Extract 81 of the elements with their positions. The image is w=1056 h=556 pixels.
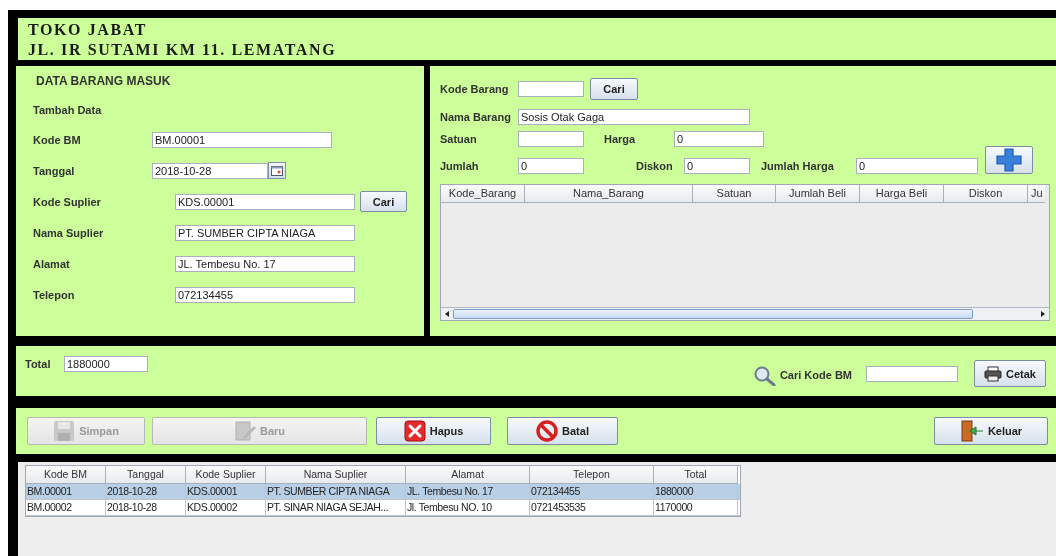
column-header[interactable]: Nama_Barang (525, 185, 693, 203)
field-label: Tanggal (33, 164, 76, 177)
field-label: Kode Barang (440, 83, 510, 95)
column-header[interactable]: Alamat (406, 466, 530, 484)
plus-icon (996, 148, 1022, 172)
column-header[interactable]: Kode Suplier (186, 466, 266, 484)
search-icon (753, 366, 776, 386)
field-label: Kode BM (33, 133, 82, 146)
total-label: Total (25, 357, 52, 372)
field-label: Satuan (440, 133, 478, 145)
column-header[interactable]: Diskon (944, 185, 1028, 203)
field-label: Jumlah (440, 159, 480, 174)
field-label: Telepon (33, 288, 76, 301)
input-field[interactable]: 0 (518, 158, 584, 174)
table-cell: 0721453535 (530, 500, 654, 515)
field-label: Diskon (636, 159, 674, 174)
input-field[interactable] (518, 81, 584, 97)
add-button[interactable] (985, 146, 1033, 174)
column-header[interactable]: Satuan (693, 185, 776, 203)
table-cell: 1880000 (654, 484, 738, 499)
table-cell: PT. SUMBER CIPTA NIAGA (266, 484, 406, 499)
door-exit-icon (959, 420, 984, 442)
total-field[interactable]: 1880000 (64, 356, 148, 372)
table-cell: 072134455 (530, 484, 654, 499)
field-label: Nama Suplier (33, 226, 105, 239)
input-field[interactable] (518, 131, 584, 147)
input-field[interactable]: 072134455 (175, 286, 355, 303)
column-header[interactable]: Kode_Barang (441, 185, 525, 203)
table-cell: BM.00002 (26, 500, 106, 515)
column-header[interactable]: Total (654, 466, 738, 484)
store-name: TOKO JABAT (28, 20, 148, 40)
search-button[interactable]: Cari (590, 78, 638, 100)
field-label: Kode Suplier (33, 195, 102, 208)
print-button[interactable]: Cetak (974, 360, 1046, 387)
table-cell: BM.00001 (26, 484, 106, 499)
table-cell: 1170000 (654, 500, 738, 515)
input-field[interactable]: KDS.00001 (175, 193, 355, 210)
table-row[interactable]: BM.00002 2018-10-28 KDS.00002 PT. SINAR NIAGA SEJAH... Jl. Tembesu NO. 10 0721453535 1170000 (26, 500, 740, 516)
search-button[interactable]: Cari (360, 191, 407, 212)
horizontal-scrollbar[interactable] (441, 307, 1049, 320)
field-label: Harga (604, 133, 637, 145)
store-address: JL. IR SUTAMI KM 11. LEMATANG (28, 40, 338, 60)
field-label: Alamat (33, 257, 71, 270)
field-label: Jumlah Harga (761, 159, 835, 174)
column-header[interactable]: Ju (1028, 185, 1045, 203)
prohibition-icon (536, 420, 559, 442)
input-field[interactable]: 0 (674, 131, 764, 147)
column-header[interactable]: Kode BM (26, 466, 106, 484)
column-header[interactable]: Harga Beli (860, 185, 944, 203)
form-title: DATA BARANG MASUK (36, 74, 172, 88)
table-row[interactable]: BM.00001 2018-10-28 KDS.00001 PT. SUMBER CIPTA NIAGA JL. Tembesu No. 17 072134455 1880000 (26, 484, 740, 500)
calendar-icon (271, 165, 283, 176)
input-field[interactable]: JL. Tembesu No. 17 (175, 255, 355, 272)
column-header[interactable]: Nama Suplier (266, 466, 406, 484)
table-cell: KDS.00001 (186, 484, 266, 499)
input-field[interactable]: Sosis Otak Gaga (518, 109, 750, 125)
table-cell: KDS.00002 (186, 500, 266, 515)
action-button[interactable]: Batal (507, 417, 618, 445)
calendar-button[interactable] (268, 162, 286, 179)
exit-button[interactable]: Keluar (934, 417, 1048, 445)
column-header[interactable]: Jumlah Beli (776, 185, 860, 203)
column-header[interactable]: Tanggal (106, 466, 186, 484)
input-field[interactable]: 0 (684, 158, 750, 174)
close-icon (403, 420, 426, 442)
search-field[interactable] (866, 366, 958, 382)
column-header[interactable]: Telepon (530, 466, 654, 484)
input-field[interactable]: BM.00001 (152, 131, 332, 148)
table-cell: 2018-10-28 (106, 500, 186, 515)
field-label: Nama Barang (440, 111, 512, 123)
table-cell: Jl. Tembesu NO. 10 (406, 500, 530, 515)
date-field[interactable]: 2018-10-28 (152, 162, 268, 179)
printer-icon (984, 365, 1002, 382)
input-field[interactable]: PT. SUMBER CIPTA NIAGA (175, 224, 355, 241)
action-button[interactable]: Hapus (376, 417, 491, 445)
table-cell: PT. SINAR NIAGA SEJAH... (266, 500, 406, 515)
search-label: Cari Kode BM (779, 369, 852, 381)
table-cell: 2018-10-28 (106, 484, 186, 499)
note-pencil-icon (233, 420, 256, 442)
table-cell: JL. Tembesu No. 17 (406, 484, 530, 499)
form-subtitle: Tambah Data (33, 104, 103, 118)
input-field[interactable]: 0 (856, 158, 978, 174)
